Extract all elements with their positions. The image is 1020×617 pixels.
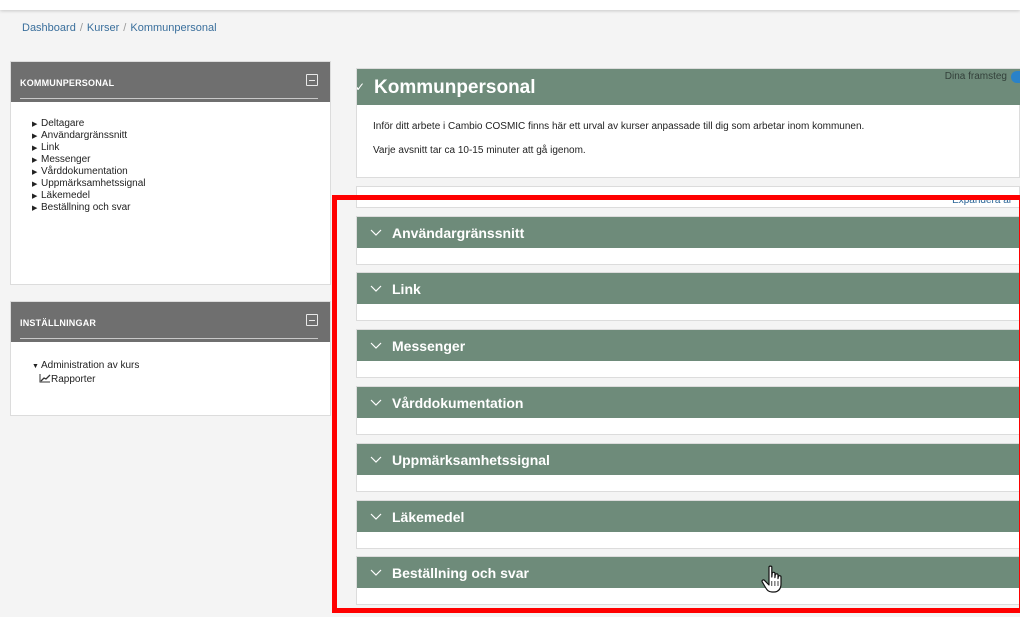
header-divider bbox=[20, 338, 318, 339]
section-header[interactable]: Användargränssnitt bbox=[357, 217, 1020, 248]
section-header[interactable]: Beställning och svar bbox=[357, 557, 1020, 588]
section-header[interactable]: Läkemedel bbox=[357, 501, 1020, 532]
minus-square-icon[interactable] bbox=[306, 314, 318, 326]
course-summary: Inför ditt arbete i Cambio COSMIC finns … bbox=[373, 115, 864, 163]
breadcrumb: Dashboard / Kurser / Kommunpersonal bbox=[22, 22, 217, 34]
section-title: Link bbox=[392, 281, 421, 297]
section-varddokumentation: Vårddokumentation bbox=[356, 386, 1020, 435]
course-nav-list: ▶ Deltagare ▶ Användargränssnitt ▶ Link ▶ Me… bbox=[11, 102, 330, 214]
breadcrumb-current-course[interactable]: Kommunpersonal bbox=[130, 22, 216, 34]
progress-label: Dina framsteg bbox=[944, 71, 1007, 82]
nav-item-label: Uppmärksamhetssignal bbox=[41, 178, 146, 189]
nav-item-deltagare[interactable]: ▶ Deltagare bbox=[32, 118, 330, 130]
nav-item-uppmarksamhetssignal[interactable]: ▶ Uppmärksamhetssignal bbox=[32, 178, 330, 190]
section-messenger: Messenger bbox=[356, 329, 1020, 378]
navigation-block: KOMMUNPERSONAL ▶ Deltagare ▶ Användargräns… bbox=[10, 61, 331, 285]
section-bestallning-och-svar: Beställning och svar bbox=[356, 556, 1020, 605]
settings-item-administration[interactable]: ▼ Administration av kurs bbox=[32, 360, 330, 373]
section-header[interactable]: Messenger bbox=[357, 330, 1020, 361]
section-anvandargranssnitt: Användargränssnitt bbox=[356, 216, 1020, 265]
chevron-down-icon bbox=[370, 285, 382, 292]
section-title: Läkemedel bbox=[392, 509, 465, 525]
section-lakemedel: Läkemedel bbox=[356, 500, 1020, 549]
nav-item-bestallning-och-svar[interactable]: ▶ Beställning och svar bbox=[32, 202, 330, 214]
nav-item-label: Link bbox=[41, 142, 60, 153]
block-title: KOMMUNPERSONAL bbox=[20, 78, 115, 88]
settings-list: ▼ Administration av kurs Rapporter bbox=[11, 342, 330, 386]
nav-item-anvandargranssnitt[interactable]: ▶ Användargränssnitt bbox=[32, 130, 330, 142]
chevron-down-icon bbox=[370, 456, 382, 463]
breadcrumb-courses[interactable]: Kurser bbox=[87, 22, 119, 34]
chevron-icon: ✓ bbox=[355, 80, 366, 94]
breadcrumb-separator: / bbox=[123, 22, 127, 34]
section-title: Vårddokumentation bbox=[392, 395, 524, 411]
section-header[interactable]: Vårddokumentation bbox=[357, 387, 1020, 418]
settings-item-reports[interactable]: Rapporter bbox=[32, 373, 330, 386]
chevron-down-icon bbox=[370, 399, 382, 406]
nav-item-label: Användargränssnitt bbox=[41, 130, 128, 141]
nav-item-lakemedel[interactable]: ▶ Läkemedel bbox=[32, 190, 330, 202]
navigation-block-header: KOMMUNPERSONAL bbox=[11, 62, 330, 102]
section-title: Beställning och svar bbox=[392, 565, 529, 581]
caret-down-icon: ▼ bbox=[32, 363, 39, 370]
nav-item-label: Vårddokumentation bbox=[41, 166, 128, 177]
section-uppmarksamhetssignal: Uppmärksamhetssignal bbox=[356, 443, 1020, 492]
info-icon[interactable] bbox=[1011, 71, 1020, 83]
nav-item-link[interactable]: ▶ Link bbox=[32, 142, 330, 154]
chevron-down-icon bbox=[370, 229, 382, 236]
expand-all-row: Expandera al bbox=[356, 186, 1020, 208]
nav-item-label: Beställning och svar bbox=[41, 202, 131, 213]
breadcrumb-dashboard[interactable]: Dashboard bbox=[22, 22, 76, 34]
chevron-down-icon bbox=[370, 513, 382, 520]
nav-item-varddokumentation[interactable]: ▶ Vårddokumentation bbox=[32, 166, 330, 178]
header-divider bbox=[20, 98, 318, 99]
nav-item-label: Deltagare bbox=[41, 118, 85, 129]
chevron-down-icon bbox=[370, 342, 382, 349]
section-header[interactable]: Link bbox=[357, 273, 1020, 304]
settings-block: INSTÄLLNINGAR ▼ Administration av kurs Ra… bbox=[10, 301, 331, 416]
block-title: INSTÄLLNINGAR bbox=[20, 318, 97, 328]
course-summary-card: ✓ Kommunpersonal Dina framsteg Inför dit… bbox=[355, 68, 1020, 178]
section-title: Messenger bbox=[392, 338, 466, 354]
nav-item-label: Läkemedel bbox=[41, 190, 90, 201]
summary-line: Varje avsnitt tar ca 10-15 minuter att g… bbox=[373, 145, 586, 156]
chevron-down-icon bbox=[370, 569, 382, 576]
section-link: Link bbox=[356, 272, 1020, 321]
minus-square-icon[interactable] bbox=[306, 74, 318, 86]
section-header[interactable]: Uppmärksamhetssignal bbox=[357, 444, 1020, 475]
caret-right-icon: ▶ bbox=[32, 205, 38, 212]
section-title: Uppmärksamhetssignal bbox=[392, 452, 550, 468]
expand-all-link[interactable]: Expandera al bbox=[952, 195, 1011, 206]
hand-pointer-icon bbox=[761, 565, 782, 593]
summary-line: Inför ditt arbete i Cambio COSMIC finns … bbox=[373, 121, 865, 132]
section-title: Användargränssnitt bbox=[392, 225, 525, 241]
course-banner: ✓ Kommunpersonal Dina framsteg bbox=[355, 69, 1020, 105]
course-title: Kommunpersonal bbox=[374, 77, 536, 98]
breadcrumb-separator: / bbox=[79, 22, 83, 34]
settings-block-header: INSTÄLLNINGAR bbox=[11, 302, 330, 342]
chart-line-icon bbox=[39, 374, 51, 383]
settings-item-label: Administration av kurs bbox=[41, 360, 140, 371]
nav-item-messenger[interactable]: ▶ Messenger bbox=[32, 154, 330, 166]
settings-item-label: Rapporter bbox=[51, 374, 96, 385]
nav-item-label: Messenger bbox=[41, 154, 91, 165]
top-navbar bbox=[0, 0, 1020, 10]
